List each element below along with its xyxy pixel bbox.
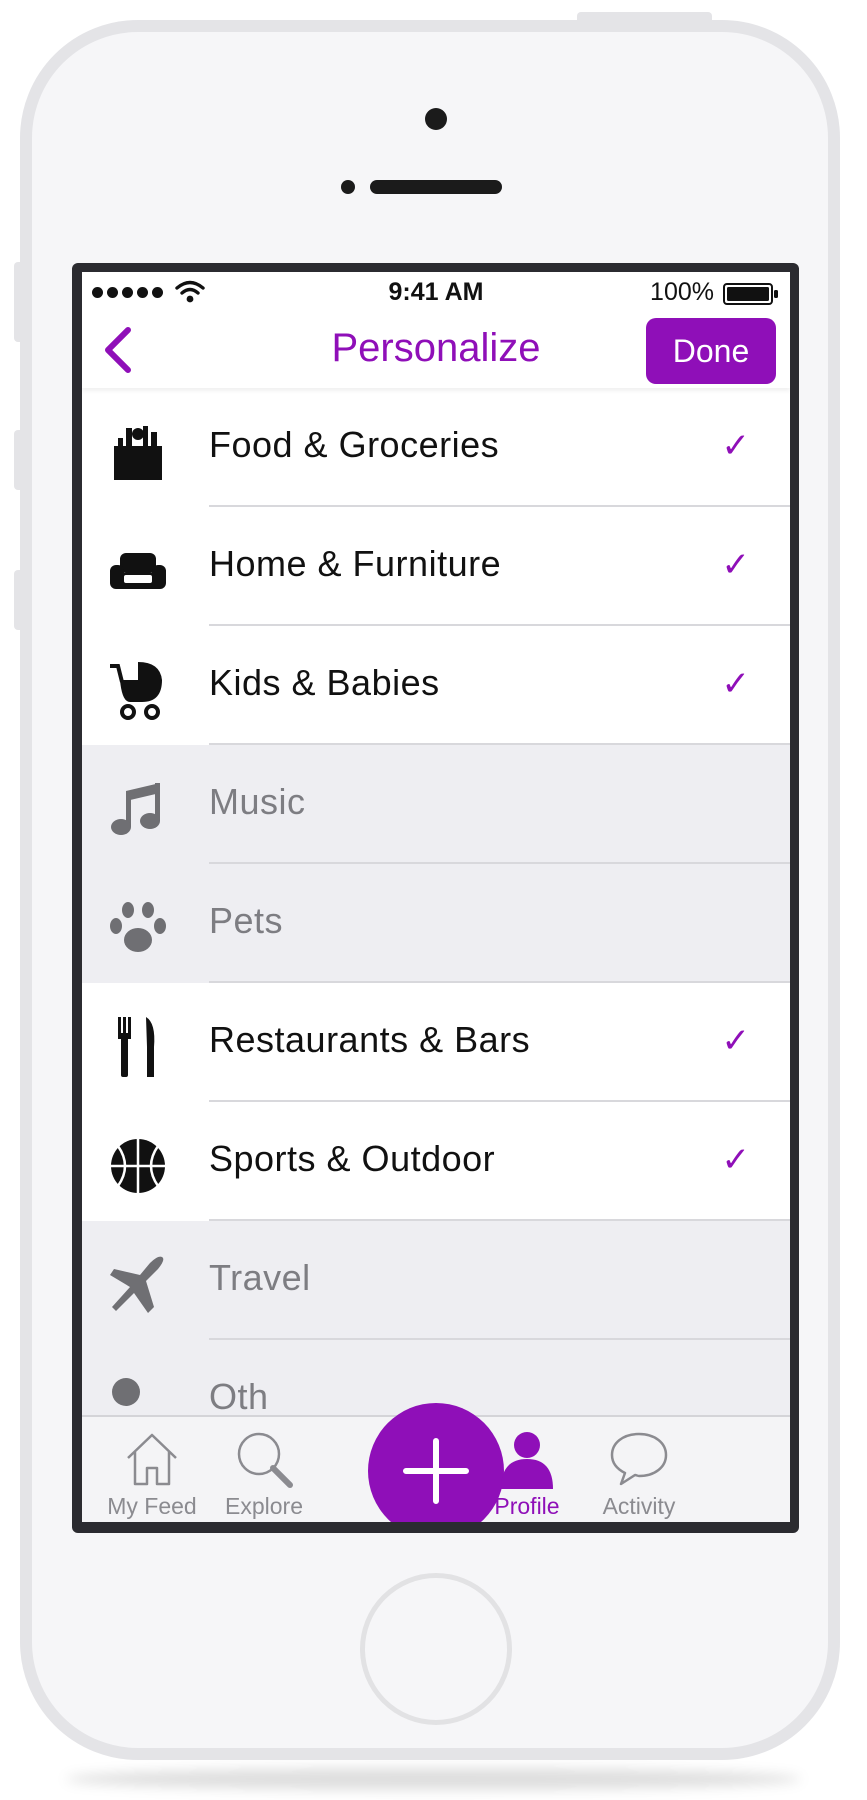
category-row-kids-babies[interactable]: Kids & Babies ✓	[82, 626, 790, 745]
airplane-icon	[110, 1256, 164, 1313]
category-label: Travel	[209, 1257, 311, 1298]
fork-knife-icon	[118, 1017, 155, 1077]
front-camera	[425, 108, 447, 130]
category-row-restaurants-bars[interactable]: Restaurants & Bars ✓	[82, 983, 790, 1102]
tab-explore[interactable]: Explore	[194, 1427, 334, 1520]
tab-label: Explore	[225, 1493, 303, 1519]
tab-activity[interactable]: Activity	[569, 1427, 709, 1520]
search-icon	[237, 1432, 293, 1488]
category-label: Kids & Babies	[209, 662, 440, 703]
power-button	[577, 12, 712, 24]
category-label: Food & Groceries	[209, 424, 500, 465]
category-row-food-groceries[interactable]: Food & Groceries ✓	[82, 388, 790, 507]
battery-percentage: 100%	[650, 278, 714, 306]
speech-bubble-icon	[610, 1432, 668, 1486]
category-row-home-furniture[interactable]: Home & Furniture ✓	[82, 507, 790, 626]
category-label: Restaurants & Bars	[209, 1019, 531, 1060]
category-label: Sports & Outdoor	[209, 1138, 496, 1179]
proximity-sensor	[341, 180, 355, 194]
volume-down-button	[14, 570, 26, 630]
paw-icon	[110, 902, 166, 952]
category-row-sports-outdoor[interactable]: Sports & Outdoor ✓	[82, 1102, 790, 1221]
earpiece-speaker	[370, 180, 502, 194]
silent-switch	[14, 262, 26, 342]
checkmark-icon: ✓	[721, 427, 751, 465]
checkmark-icon: ✓	[721, 546, 751, 584]
category-label: Oth	[209, 1376, 269, 1417]
tab-label: Activity	[602, 1493, 676, 1519]
category-row-music[interactable]: Music	[82, 745, 790, 864]
checkmark-icon: ✓	[721, 1141, 751, 1179]
category-row-travel[interactable]: Travel	[82, 1221, 790, 1340]
category-list: Food & Groceries ✓ Home & Furniture ✓ Ki…	[82, 388, 790, 1459]
basketball-icon	[111, 1139, 165, 1193]
device-shadow	[66, 1768, 801, 1790]
category-row-pets[interactable]: Pets	[82, 864, 790, 983]
home-icon	[127, 1433, 177, 1486]
sofa-icon	[110, 553, 166, 589]
checkmark-icon: ✓	[721, 1022, 751, 1060]
app-screen: 9:41 AM 100% Personalize Done Food & Gro…	[82, 272, 790, 1522]
category-label: Home & Furniture	[209, 543, 502, 584]
done-button[interactable]: Done	[646, 318, 776, 384]
category-label: Music	[209, 781, 306, 822]
stroller-icon	[110, 662, 162, 720]
checkmark-icon: ✓	[721, 665, 751, 703]
battery-icon	[723, 283, 778, 305]
status-bar: 9:41 AM 100%	[82, 272, 790, 312]
shopping-bag-icon	[114, 426, 162, 480]
category-label: Pets	[209, 900, 284, 941]
home-button[interactable]	[360, 1573, 512, 1725]
music-note-icon	[111, 783, 160, 835]
person-icon	[501, 1432, 553, 1489]
navigation-bar: Personalize Done	[82, 312, 790, 388]
tab-bar: My Feed Explore Profile Activity	[82, 1403, 790, 1522]
volume-up-button	[14, 430, 26, 490]
